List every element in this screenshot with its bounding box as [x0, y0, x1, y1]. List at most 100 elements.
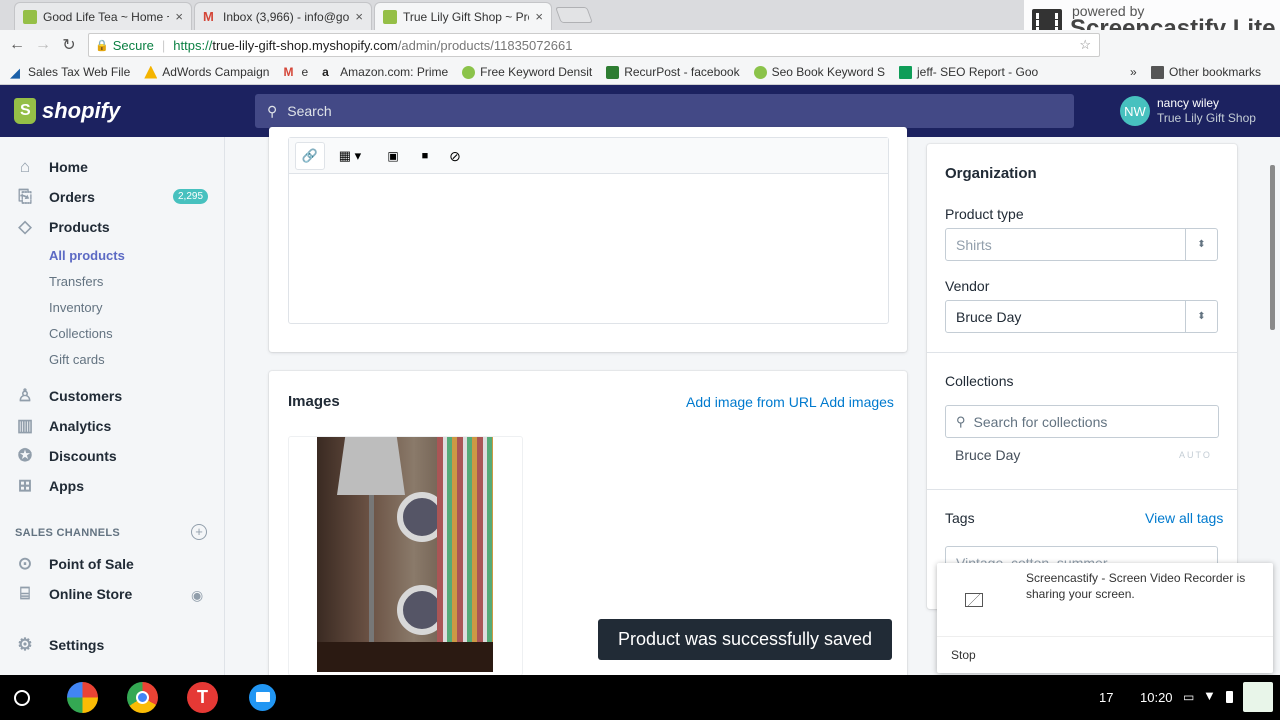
chrome-icon[interactable]	[127, 682, 158, 713]
sidebar-item-analytics[interactable]: ▥ Analytics	[15, 416, 111, 436]
launcher-icon[interactable]	[14, 690, 30, 706]
bookmark-item[interactable]: Me	[283, 65, 308, 79]
lock-icon: 🔒	[95, 39, 109, 52]
vendor-field[interactable]: Bruce Day ⬍	[945, 300, 1218, 333]
collections-search-input[interactable]: ⚲ Search for collections	[945, 405, 1219, 438]
clock[interactable]: 10:20	[1140, 690, 1173, 705]
user-name[interactable]: nancy wiley	[1157, 96, 1219, 110]
browser-tab-true-lily[interactable]: True Lily Gift Shop ~ Pro ×	[374, 2, 552, 30]
forward-arrow-icon[interactable]: →	[30, 36, 56, 54]
person-icon: ♙	[17, 386, 33, 405]
sidebar-item-label: Customers	[49, 388, 123, 404]
sidebar-item-discounts[interactable]: ✪ Discounts	[15, 446, 117, 466]
bookmark-label: e	[301, 65, 309, 79]
bookmark-item[interactable]: Seo Book Keyword S	[753, 65, 885, 79]
product-image-tile[interactable]	[288, 436, 523, 676]
orders-count-badge: 2,295	[173, 189, 209, 204]
user-account-icon[interactable]	[1243, 682, 1273, 712]
tab-close-icon[interactable]: ×	[535, 9, 543, 24]
bookmarks-overflow-button[interactable]: »	[1130, 65, 1137, 79]
tab-close-icon[interactable]: ×	[355, 9, 363, 24]
bookmark-item[interactable]: jeff- SEO Report - Goo	[899, 65, 1038, 79]
store-icon: ⌸	[19, 584, 31, 603]
collections-label: Collections	[945, 373, 1014, 389]
product-type-field[interactable]: Shirts ⬍	[945, 228, 1218, 261]
tab-close-icon[interactable]: ×	[175, 9, 183, 24]
view-all-tags-link[interactable]: View all tags	[1145, 510, 1223, 526]
add-images-link[interactable]: Add images	[820, 394, 894, 410]
bookmark-item[interactable]: ◢ Sales Tax Web File	[10, 65, 130, 79]
location-pin-icon: ⊙	[17, 554, 33, 573]
section-divider	[927, 352, 1237, 353]
sidebar-sub-gift-cards[interactable]: Gift cards	[49, 352, 105, 367]
sidebar-item-orders[interactable]: ⎘ Orders	[15, 187, 95, 207]
add-sales-channel-icon[interactable]: +	[191, 524, 207, 540]
search-placeholder: Search	[287, 103, 332, 119]
insert-table-icon[interactable]: ▦ ▾	[329, 142, 371, 170]
apps-icon: ⊞	[17, 476, 33, 495]
shopify-logo[interactable]: S shopify	[0, 85, 225, 137]
page-scrollbar[interactable]	[1270, 165, 1275, 330]
bookmark-star-icon[interactable]: ☆	[1079, 37, 1091, 53]
bookmark-label: AdWords Campaign	[162, 65, 270, 79]
sidebar-sub-all-products[interactable]: All products	[49, 248, 125, 263]
bookmark-label: Free Keyword Densit	[480, 65, 593, 79]
collection-item: Bruce Day	[955, 447, 1021, 463]
stop-sharing-button[interactable]: Stop	[951, 648, 976, 662]
bookmark-favicon-icon	[753, 65, 767, 79]
t-app-icon[interactable]: T	[187, 682, 218, 713]
sidebar-item-apps[interactable]: ⊞ Apps	[15, 476, 84, 496]
orders-icon: ⎘	[18, 187, 32, 206]
sidebar-item-products[interactable]: ◇ Products	[15, 217, 109, 237]
bookmark-item[interactable]: AdWords Campaign	[144, 65, 269, 79]
tags-label: Tags	[945, 510, 975, 526]
sales-channels-heading: SALES CHANNELS	[15, 527, 121, 539]
address-bar[interactable]: 🔒 Secure | https:// true-lily-gift-shop.…	[88, 33, 1100, 57]
user-avatar[interactable]: NW	[1120, 96, 1150, 126]
clear-formatting-icon[interactable]: ⊘	[441, 142, 469, 170]
eye-icon[interactable]: ◉	[191, 587, 203, 604]
bookmark-item[interactable]: Free Keyword Densit	[462, 65, 592, 79]
select-arrows-icon[interactable]: ⬍	[1185, 229, 1217, 260]
collection-auto-badge: AUTO	[1179, 450, 1212, 460]
shopify-bag-icon: S	[14, 98, 36, 124]
images-card-title: Images	[288, 393, 340, 410]
browser-tab-good-life-tea[interactable]: Good Life Tea ~ Home ~ ×	[14, 2, 192, 30]
bookmark-label: jeff- SEO Report - Goo	[917, 65, 1039, 79]
sidebar-item-online-store[interactable]: ⌸ Online Store	[15, 584, 132, 604]
gmail-favicon-icon: M	[203, 8, 214, 24]
new-tab-button[interactable]	[555, 7, 593, 23]
sidebar-item-point-of-sale[interactable]: ⊙ Point of Sale	[15, 554, 134, 574]
avatar-initials: NW	[1124, 103, 1146, 119]
sidebar-item-settings[interactable]: ⚙ Settings	[15, 635, 104, 655]
sidebar-item-home[interactable]: ⌂ Home	[15, 157, 88, 177]
insert-image-icon[interactable]: ▣	[379, 142, 407, 170]
toast-message: Product was successfully saved	[617, 629, 873, 649]
add-image-from-url-link[interactable]: Add image from URL	[686, 394, 817, 410]
sidebar-item-customers[interactable]: ♙ Customers	[15, 386, 122, 406]
sidebar-sub-transfers[interactable]: Transfers	[49, 274, 103, 289]
bookmark-label: Amazon.com: Prime	[340, 65, 449, 79]
insert-link-icon[interactable]: 🔗	[295, 142, 325, 170]
bookmark-item[interactable]: RecurPost - facebook	[606, 65, 740, 79]
insert-video-icon[interactable]: ■	[411, 142, 439, 170]
home-icon: ⌂	[19, 157, 31, 176]
sidebar-sub-inventory[interactable]: Inventory	[49, 300, 102, 315]
reload-icon[interactable]: ↻	[56, 35, 82, 55]
bookmark-item[interactable]: a Amazon.com: Prime	[322, 65, 448, 79]
bookmark-favicon-icon	[462, 65, 476, 79]
sidebar-sub-collections[interactable]: Collections	[49, 326, 113, 341]
sidebar-item-label: Orders	[49, 189, 95, 205]
bookmark-label: Sales Tax Web File	[28, 65, 131, 79]
notification-count[interactable]: 17	[1099, 690, 1113, 705]
files-app-icon[interactable]	[249, 684, 276, 711]
select-arrows-icon[interactable]: ⬍	[1185, 301, 1217, 332]
product-type-placeholder: Shirts	[956, 236, 992, 253]
other-bookmarks-folder[interactable]: Other bookmarks	[1151, 65, 1261, 79]
rich-text-editor[interactable]: 🔗 ▦ ▾ ▣ ■ ⊘	[288, 137, 889, 324]
browser-tab-inbox[interactable]: M Inbox (3,966) - info@goo ×	[194, 2, 372, 30]
pinned-app-icon[interactable]	[67, 682, 98, 713]
admin-search-input[interactable]: ⚲ Search	[255, 94, 1074, 128]
description-card: 🔗 ▦ ▾ ▣ ■ ⊘	[269, 127, 907, 352]
back-arrow-icon[interactable]: ←	[4, 36, 30, 54]
